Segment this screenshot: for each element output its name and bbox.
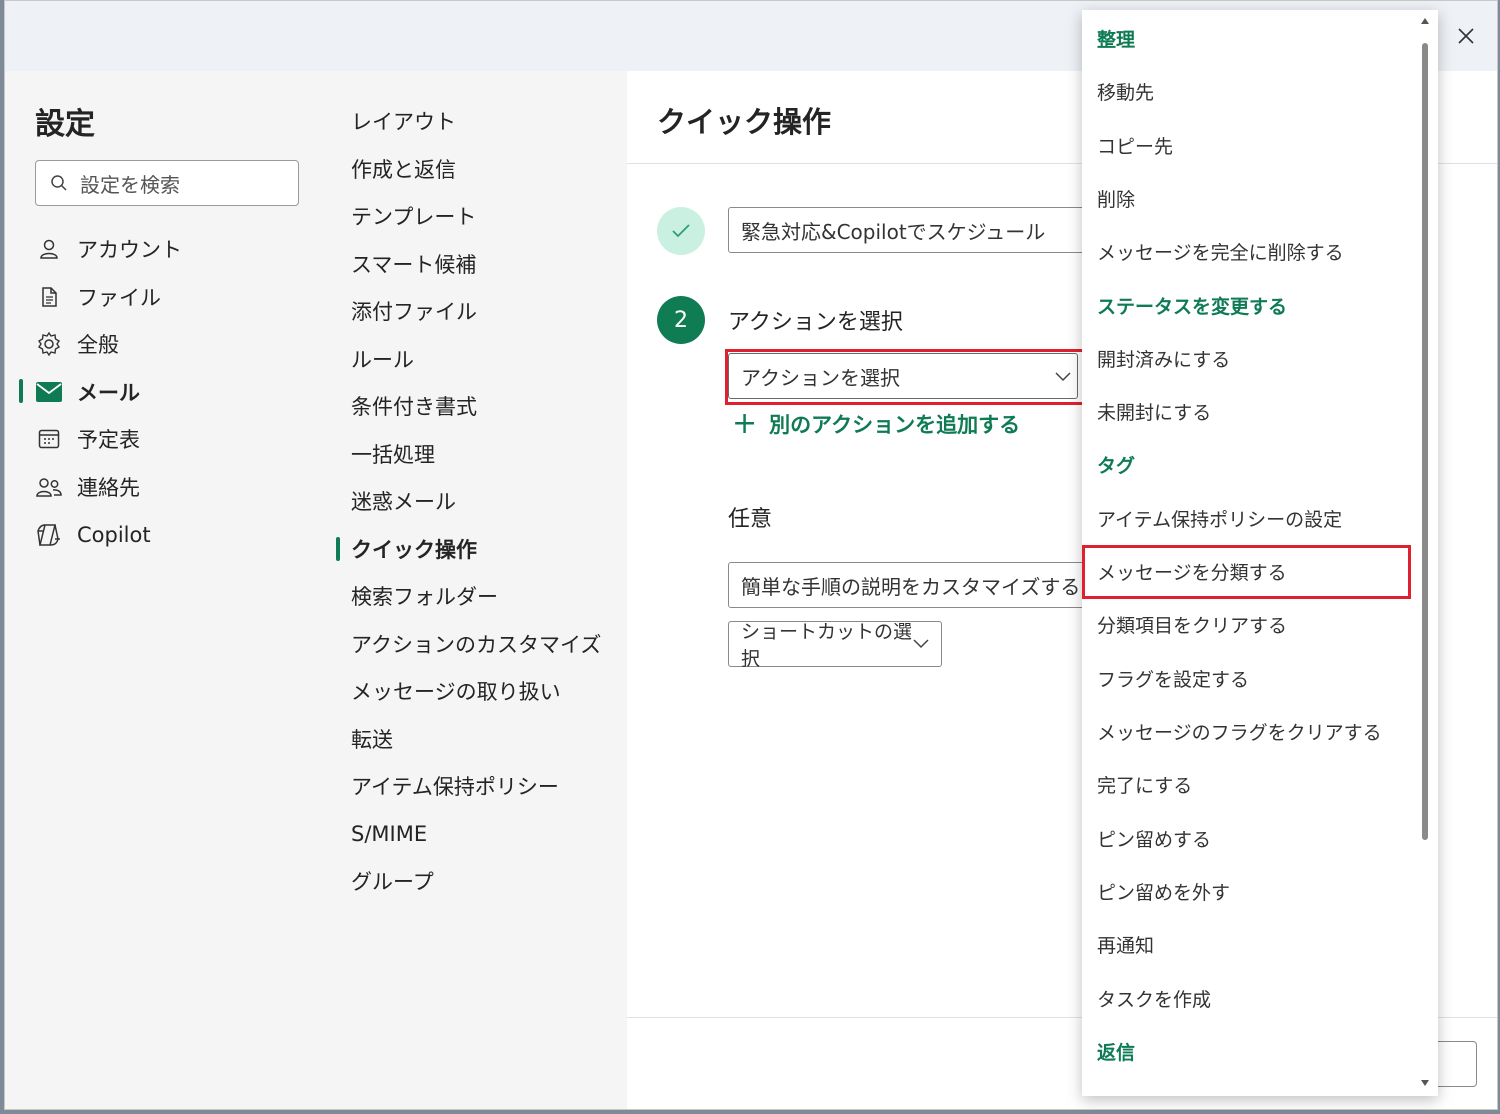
shortcut-select[interactable]: ショートカットの選択 — [728, 621, 942, 670]
menu-group-header: 返信 — [1097, 1041, 1136, 1064]
menu-item[interactable]: ピン留めする — [1097, 818, 1211, 858]
checkmark-icon — [672, 224, 690, 238]
mail-nav-item[interactable]: アイテム保持ポリシー — [351, 766, 559, 806]
step-label: アクションを選択 — [728, 310, 903, 335]
mail-icon — [35, 378, 63, 406]
nav-label: ファイル — [77, 286, 161, 310]
page-title: クイック操作 — [657, 105, 832, 139]
menu-item[interactable]: フラグを設定する — [1097, 658, 1249, 698]
menu-item[interactable]: アイテム保持ポリシーの設定 — [1097, 498, 1342, 538]
save-button[interactable] — [1433, 1041, 1477, 1087]
nav-label: アカウント — [77, 238, 182, 262]
mail-nav-item[interactable]: メッセージの取り扱い — [351, 671, 561, 711]
people-icon — [35, 473, 63, 501]
action-dropdown-menu: 整理 移動先 コピー先 削除 メッセージを完全に削除する ステータスを変更する … — [1082, 10, 1438, 1096]
search-placeholder: 設定を検索 — [80, 172, 180, 197]
mail-nav-item[interactable]: 作成と返信 — [351, 149, 456, 189]
mail-nav-item-quick-steps[interactable]: クイック操作 — [351, 529, 477, 569]
active-indicator — [336, 537, 340, 561]
mail-nav-item[interactable]: 添付ファイル — [351, 291, 477, 331]
dropdown-scrollbar[interactable] — [1416, 10, 1438, 1096]
menu-item[interactable]: 完了にする — [1097, 764, 1192, 804]
add-action-label: 別のアクションを追加する — [769, 413, 1021, 437]
nav-item-general[interactable]: 全般 — [35, 324, 119, 364]
shortcut-label: ショートカットの選択 — [741, 621, 913, 670]
menu-group-header: タグ — [1097, 454, 1136, 477]
mail-nav-item[interactable]: 転送 — [351, 719, 393, 759]
menu-item[interactable]: タスクを作成 — [1097, 978, 1211, 1018]
menu-item[interactable]: メッセージを完全に削除する — [1097, 231, 1344, 271]
menu-item[interactable]: 移動先 — [1097, 71, 1154, 111]
scroll-thumb[interactable] — [1422, 43, 1428, 840]
settings-search-input[interactable]: 設定を検索 — [35, 160, 299, 206]
file-icon — [35, 283, 63, 311]
nav-label: 連絡先 — [77, 476, 140, 500]
quick-step-name-value: 緊急対応&Copilotでスケジュール — [741, 219, 1046, 244]
plus-icon: + — [732, 406, 758, 441]
menu-item[interactable]: 未開封にする — [1097, 391, 1211, 431]
menu-item[interactable]: メッセージのフラグをクリアする — [1097, 711, 1382, 751]
highlight-box — [1082, 545, 1411, 599]
step-number-badge: 2 — [657, 296, 705, 344]
optional-section-label: 任意 — [728, 507, 773, 532]
scroll-down-arrow-icon[interactable] — [1421, 1080, 1429, 1086]
close-button[interactable] — [1451, 21, 1481, 51]
mail-nav-item[interactable]: レイアウト — [351, 101, 456, 141]
menu-item[interactable]: コピー先 — [1097, 125, 1173, 165]
settings-nav: 設定 設定を検索 アカウント ファイル 全般 メール 予定表 連絡先 Copil… — [5, 71, 329, 1109]
nav-label: Copilot — [77, 523, 151, 547]
close-icon — [1458, 28, 1474, 44]
add-action-button[interactable]: + 別のアクションを追加する — [732, 409, 1020, 439]
mail-nav-item[interactable]: テンプレート — [351, 196, 476, 236]
description-placeholder: 簡単な手順の説明をカスタマイズする — [741, 574, 1081, 599]
mail-nav-item[interactable]: アクションのカスタマイズ — [351, 624, 601, 664]
calendar-icon — [35, 425, 63, 453]
menu-item[interactable]: 再通知 — [1097, 924, 1154, 964]
nav-label: 全般 — [77, 333, 119, 357]
nav-item-copilot[interactable]: Copilot — [35, 515, 151, 555]
person-icon — [35, 235, 63, 263]
nav-item-calendar[interactable]: 予定表 — [35, 419, 140, 459]
step-complete-badge — [657, 207, 705, 255]
mail-nav-item[interactable]: スマート候補 — [351, 244, 476, 284]
nav-item-files[interactable]: ファイル — [35, 277, 161, 317]
search-icon — [50, 174, 68, 192]
mail-nav-item[interactable]: 検索フォルダー — [351, 576, 498, 616]
nav-item-account[interactable]: アカウント — [35, 229, 182, 269]
menu-group-header: ステータスを変更する — [1097, 295, 1288, 318]
copilot-icon — [35, 521, 63, 549]
chevron-down-icon — [913, 639, 929, 649]
nav-label: メール — [77, 381, 140, 405]
gear-icon — [35, 330, 63, 358]
scroll-up-arrow-icon[interactable] — [1421, 18, 1429, 24]
mail-nav-item[interactable]: 一括処理 — [351, 434, 435, 474]
mail-nav-item[interactable]: グループ — [351, 861, 434, 901]
menu-group-header: 整理 — [1097, 28, 1136, 51]
mail-nav-item[interactable]: ルール — [351, 339, 414, 379]
menu-item[interactable]: ピン留めを外す — [1097, 871, 1230, 911]
nav-item-contacts[interactable]: 連絡先 — [35, 467, 140, 507]
mail-nav-item[interactable]: S/MIME — [351, 814, 427, 854]
highlight-box — [725, 349, 1085, 405]
nav-item-mail[interactable]: メール — [35, 372, 140, 412]
mail-nav-item[interactable]: 条件付き書式 — [351, 386, 477, 426]
active-indicator — [19, 379, 23, 403]
mail-nav-item[interactable]: 迷惑メール — [351, 481, 456, 521]
mail-settings-nav: レイアウト 作成と返信 テンプレート スマート候補 添付ファイル ルール 条件付… — [329, 71, 627, 1109]
menu-item[interactable]: 分類項目をクリアする — [1097, 604, 1287, 644]
nav-label: 予定表 — [77, 428, 140, 452]
menu-item[interactable]: 削除 — [1097, 178, 1135, 218]
settings-title: 設定 — [35, 107, 95, 142]
menu-item[interactable]: 開封済みにする — [1097, 338, 1230, 378]
